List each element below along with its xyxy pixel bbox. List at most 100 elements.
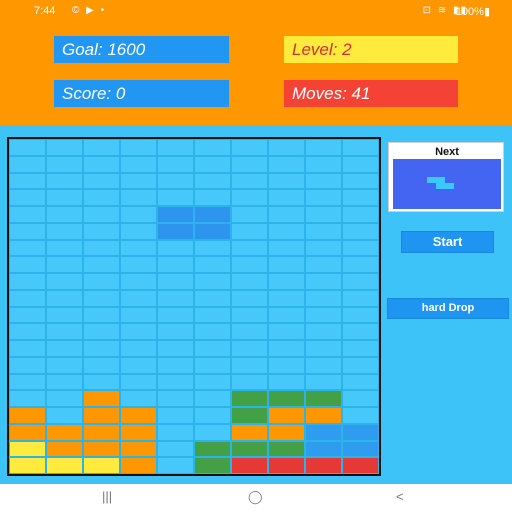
- falling-piece-cell: [157, 222, 194, 240]
- settled-block-cell: [268, 407, 305, 424]
- board-cell: [83, 206, 120, 223]
- goal-label: Goal: 1600: [54, 36, 229, 63]
- board-cell: [268, 206, 305, 223]
- settled-block-cell: [83, 423, 120, 441]
- board-cell: [194, 407, 231, 424]
- board-cell: [83, 222, 120, 240]
- board-cell: [268, 340, 305, 357]
- board-cell: [231, 356, 268, 374]
- board-cell: [194, 373, 231, 391]
- board-cell: [194, 356, 231, 374]
- settled-block-cell: [305, 440, 342, 458]
- board-cell: [305, 139, 342, 156]
- board-cell: [268, 222, 305, 240]
- board-cell: [157, 407, 194, 424]
- board-cell: [194, 306, 231, 324]
- settled-block-cell: [46, 440, 83, 458]
- board-cell: [46, 189, 83, 206]
- board-cell: [120, 222, 157, 240]
- board-cell: [194, 239, 231, 257]
- board-cell: [305, 172, 342, 190]
- settled-block-cell: [120, 440, 157, 458]
- board-cell: [9, 373, 46, 391]
- next-label: Next: [435, 146, 459, 158]
- board-cell: [157, 289, 194, 307]
- recents-button[interactable]: |||: [102, 489, 112, 504]
- board-cell: [9, 139, 46, 156]
- board-cell: [268, 139, 305, 156]
- board-cell: [83, 289, 120, 307]
- board-cell: [120, 155, 157, 173]
- board-cell: [268, 239, 305, 257]
- game-header: Goal: 1600 Level: 2 Score: 0 Moves: 41: [0, 24, 512, 126]
- settled-block-cell: [342, 423, 379, 441]
- board-cell: [83, 189, 120, 206]
- board-cell: [46, 155, 83, 173]
- board-cell: [120, 306, 157, 324]
- board-cell: [305, 239, 342, 257]
- board-cell: [194, 139, 231, 156]
- board-cell: [120, 356, 157, 374]
- board-cell: [9, 172, 46, 190]
- board-cell: [120, 189, 157, 206]
- board-cell: [305, 189, 342, 206]
- board-cell: [194, 273, 231, 290]
- notification-icons: © ▶ •: [72, 5, 107, 16]
- settled-block-cell: [9, 440, 46, 458]
- board-cell: [305, 155, 342, 173]
- board-cell: [231, 373, 268, 391]
- next-piece-block: [427, 177, 436, 183]
- board-cell: [157, 273, 194, 290]
- board-cell: [231, 256, 268, 273]
- board-cell: [268, 273, 305, 290]
- board-cell: [83, 239, 120, 257]
- start-button[interactable]: Start: [401, 231, 494, 253]
- home-button[interactable]: ◯: [248, 489, 263, 505]
- game-board[interactable]: [7, 137, 381, 476]
- board-cell: [268, 172, 305, 190]
- falling-piece-cell: [157, 206, 194, 223]
- score-label: Score: 0: [54, 80, 229, 107]
- board-cell: [157, 172, 194, 190]
- board-cell: [305, 306, 342, 324]
- board-cell: [194, 340, 231, 357]
- settled-block-cell: [305, 407, 342, 424]
- board-cell: [46, 172, 83, 190]
- board-cell: [46, 323, 83, 340]
- board-cell: [157, 423, 194, 441]
- settled-block-cell: [305, 423, 342, 441]
- board-cell: [268, 356, 305, 374]
- settled-block-cell: [83, 457, 120, 474]
- board-cell: [231, 323, 268, 340]
- board-cell: [9, 323, 46, 340]
- board-cell: [342, 407, 379, 424]
- board-cell: [231, 273, 268, 290]
- board-cell: [157, 256, 194, 273]
- settled-block-cell: [46, 457, 83, 474]
- board-cell: [83, 306, 120, 324]
- board-cell: [46, 273, 83, 290]
- settled-block-cell: [194, 440, 231, 458]
- board-cell: [342, 356, 379, 374]
- board-cell: [120, 323, 157, 340]
- hard-drop-button[interactable]: hard Drop: [387, 298, 509, 319]
- settled-block-cell: [305, 457, 342, 474]
- board-cell: [46, 289, 83, 307]
- board-cell: [231, 289, 268, 307]
- next-piece-panel: Next: [388, 142, 504, 212]
- settled-block-cell: [83, 407, 120, 424]
- back-button[interactable]: <: [396, 489, 404, 504]
- board-cell: [83, 340, 120, 357]
- settled-block-cell: [305, 390, 342, 407]
- board-cell: [157, 306, 194, 324]
- board-cell: [268, 373, 305, 391]
- board-cell: [46, 373, 83, 391]
- board-cell: [46, 256, 83, 273]
- board-cell: [9, 256, 46, 273]
- board-cell: [120, 172, 157, 190]
- board-cell: [157, 189, 194, 206]
- board-cell: [157, 155, 194, 173]
- board-cell: [46, 356, 83, 374]
- board-cell: [157, 139, 194, 156]
- board-cell: [342, 256, 379, 273]
